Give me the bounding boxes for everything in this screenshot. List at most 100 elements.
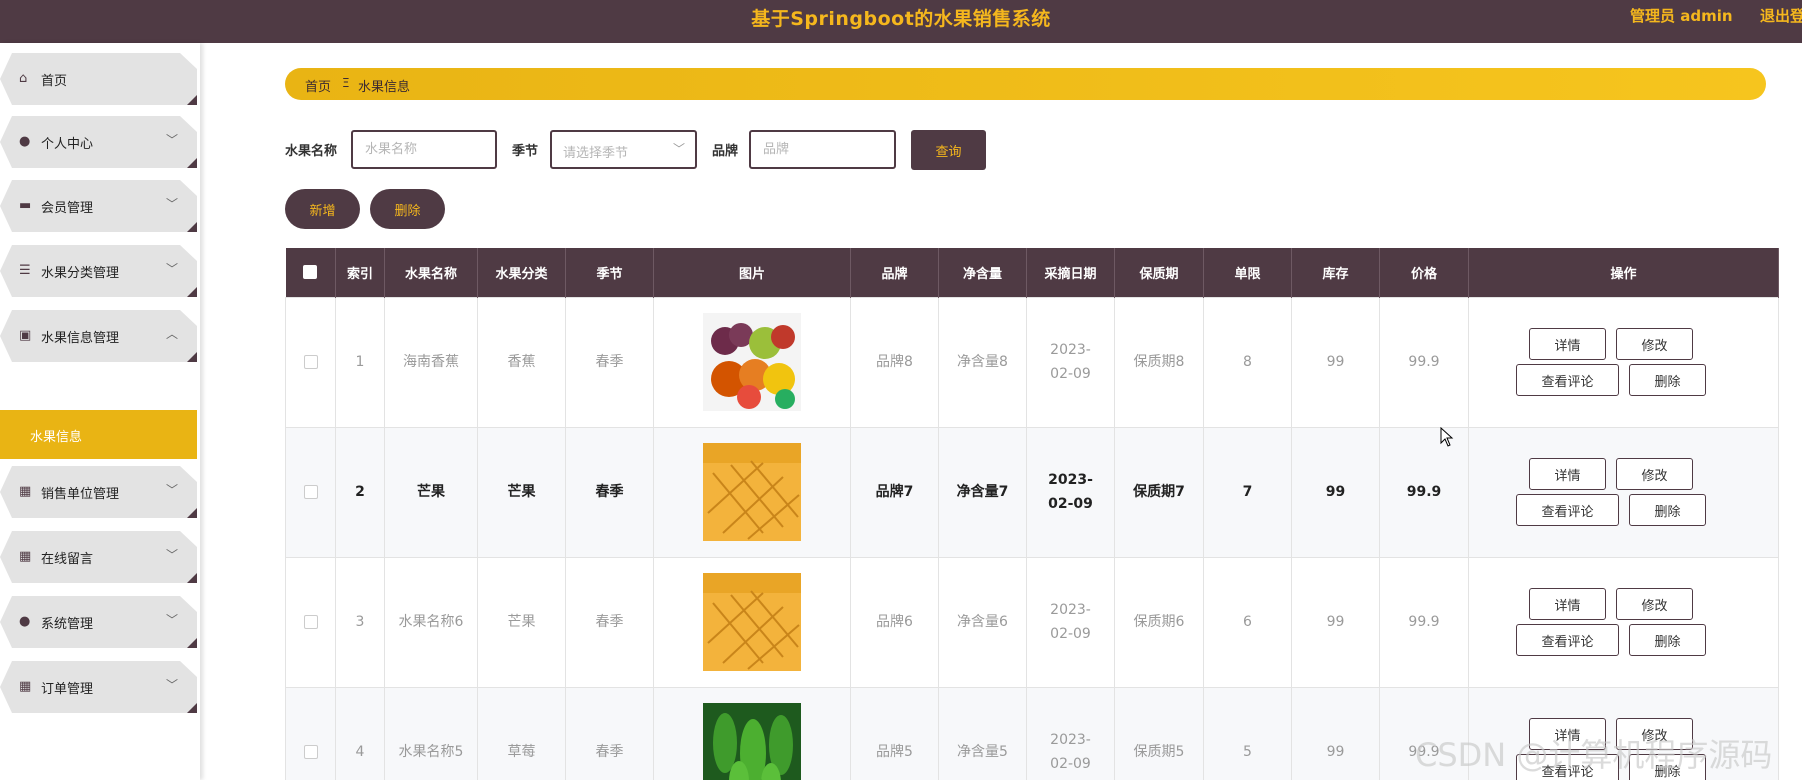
sidebar-subitem-fruit-info[interactable]: 水果信息 (0, 410, 197, 459)
brand-input[interactable] (749, 130, 896, 169)
corner-decoration (187, 158, 197, 168)
sidebar-item-system[interactable]: ● 系统管理 ﹀ (0, 596, 197, 648)
detail-button[interactable]: 详情 (1529, 458, 1606, 490)
cell-ops: 详情 修改 查看评论 删除 (1468, 556, 1779, 688)
cell-season: 春季 (565, 686, 654, 780)
table-row: 2 芒果 芒果 春季 品牌7 净含量7 2023-02-09 保质期7 7 99… (285, 426, 1779, 558)
cell-date: 2023-02-09 (1026, 686, 1115, 780)
row-actions: 详情 修改 查看评论 删除 (1469, 452, 1778, 532)
corner-decoration (187, 287, 197, 297)
edit-button[interactable]: 修改 (1616, 328, 1693, 360)
cell-brand: 品牌7 (850, 426, 939, 558)
view-comments-button[interactable]: 查看评论 (1516, 494, 1619, 526)
sidebar-subitem-label: 水果信息 (30, 430, 83, 445)
row-checkbox[interactable] (303, 745, 318, 759)
row-checkbox[interactable] (303, 355, 318, 369)
row-checkbox[interactable] (303, 615, 318, 629)
cell-category: 草莓 (477, 686, 566, 780)
cell-net: 净含量6 (938, 556, 1027, 688)
sidebar-item-label: 在线留言 (41, 552, 94, 567)
row-select-cell (285, 556, 336, 688)
corner-decoration (187, 508, 197, 518)
sidebar-item-label: 水果分类管理 (41, 266, 120, 281)
view-comments-button[interactable]: 查看评论 (1516, 364, 1619, 396)
edit-button[interactable]: 修改 (1616, 458, 1693, 490)
sidebar-item-home[interactable]: ⌂ 首页 (0, 53, 197, 105)
select-all-checkbox[interactable] (303, 265, 318, 280)
fruit-name-input[interactable] (351, 130, 497, 169)
sliders-icon: ☰ (19, 263, 31, 278)
row-checkbox[interactable] (303, 485, 318, 499)
sidebar-item-messages[interactable]: ▦ 在线留言 ﹀ (0, 531, 197, 583)
cell-season: 春季 (565, 296, 654, 428)
cell-name: 芒果 (384, 426, 478, 558)
delete-button[interactable]: 删除 (1629, 494, 1706, 526)
chevron-down-icon: ﹀ (166, 548, 179, 562)
chevron-down-icon: ﹀ (166, 197, 179, 211)
season-select[interactable]: 请选择季节 ﹀ (550, 130, 697, 169)
season-select-placeholder: 请选择季节 (563, 146, 629, 161)
admin-label: 管理员 admin (1630, 7, 1733, 25)
column-header: 采摘日期 (1026, 248, 1115, 297)
cell-date: 2023-02-09 (1026, 556, 1115, 688)
cell-price: 99.9 (1379, 296, 1469, 428)
mango-image (703, 573, 801, 671)
corner-decoration (187, 95, 197, 105)
delete-button[interactable]: 删除 (1629, 624, 1706, 656)
pepper-image (703, 703, 801, 780)
sidebar-item-fruit-info[interactable]: ▣ 水果信息管理 ︿ (0, 310, 197, 362)
chevron-down-icon: ﹀ (166, 262, 179, 276)
batch-delete-button[interactable]: 删除 (370, 189, 445, 229)
sidebar-item-orders[interactable]: ▦ 订单管理 ﹀ (0, 661, 197, 713)
cell-index: 2 (335, 426, 385, 558)
cell-index: 1 (335, 296, 385, 428)
corner-decoration (187, 222, 197, 232)
view-comments-button[interactable]: 查看评论 (1516, 624, 1619, 656)
delete-button[interactable]: 删除 (1629, 364, 1706, 396)
row-actions: 详情 修改 查看评论 删除 (1469, 582, 1778, 662)
mixed-fruit-image (703, 313, 801, 411)
query-button[interactable]: 查询 (911, 130, 986, 170)
breadcrumb-current: 水果信息 (358, 80, 411, 95)
watermark-text: CSDN @计算机程序源码 (1415, 736, 1773, 774)
cell-net: 净含量5 (938, 686, 1027, 780)
sidebar-item-members[interactable]: ▬ 会员管理 ﹀ (0, 180, 197, 232)
cell-image (653, 296, 851, 428)
clipboard-icon: ▣ (19, 328, 32, 343)
sidebar-item-label: 会员管理 (41, 201, 94, 216)
cell-image (653, 426, 851, 558)
app-title: 基于Springboot的水果销售系统 (751, 8, 1051, 30)
top-header: 基于Springboot的水果销售系统 管理员 admin 退出登 (0, 0, 1802, 43)
cell-brand: 品牌6 (850, 556, 939, 688)
add-button[interactable]: 新增 (285, 189, 360, 229)
sidebar-item-label: 系统管理 (41, 617, 94, 632)
cell-name: 水果名称6 (384, 556, 478, 688)
cell-price: 99.9 (1379, 556, 1469, 688)
sidebar-item-label: 订单管理 (41, 682, 94, 697)
column-header: 单限 (1203, 248, 1292, 297)
brand-label: 品牌 (712, 144, 739, 159)
cell-brand: 品牌8 (850, 296, 939, 428)
cell-name: 海南香蕉 (384, 296, 478, 428)
column-header: 价格 (1379, 248, 1469, 297)
cell-limit: 5 (1203, 686, 1292, 780)
cell-image (653, 556, 851, 688)
cell-shelf: 保质期7 (1114, 426, 1204, 558)
mouse-cursor-icon (1440, 427, 1454, 447)
sidebar-item-sales-unit[interactable]: ▦ 销售单位管理 ﹀ (0, 466, 197, 518)
detail-button[interactable]: 详情 (1529, 588, 1606, 620)
fruit-name-label: 水果名称 (285, 144, 338, 159)
edit-button[interactable]: 修改 (1616, 588, 1693, 620)
sidebar-item-personal-center[interactable]: ● 个人中心 ﹀ (0, 116, 197, 168)
logout-link[interactable]: 退出登 (1760, 5, 1802, 26)
detail-button[interactable]: 详情 (1529, 328, 1606, 360)
sidebar-item-fruit-category[interactable]: ☰ 水果分类管理 ﹀ (0, 245, 197, 297)
row-select-cell (285, 686, 336, 780)
corner-decoration (187, 573, 197, 583)
select-all-cell (285, 248, 336, 297)
cell-name: 水果名称5 (384, 686, 478, 780)
chevron-down-icon: ﹀ (166, 483, 179, 497)
chevron-down-icon: ﹀ (166, 678, 179, 692)
sidebar-item-label: 销售单位管理 (41, 487, 120, 502)
breadcrumb-home[interactable]: 首页 (305, 76, 331, 95)
